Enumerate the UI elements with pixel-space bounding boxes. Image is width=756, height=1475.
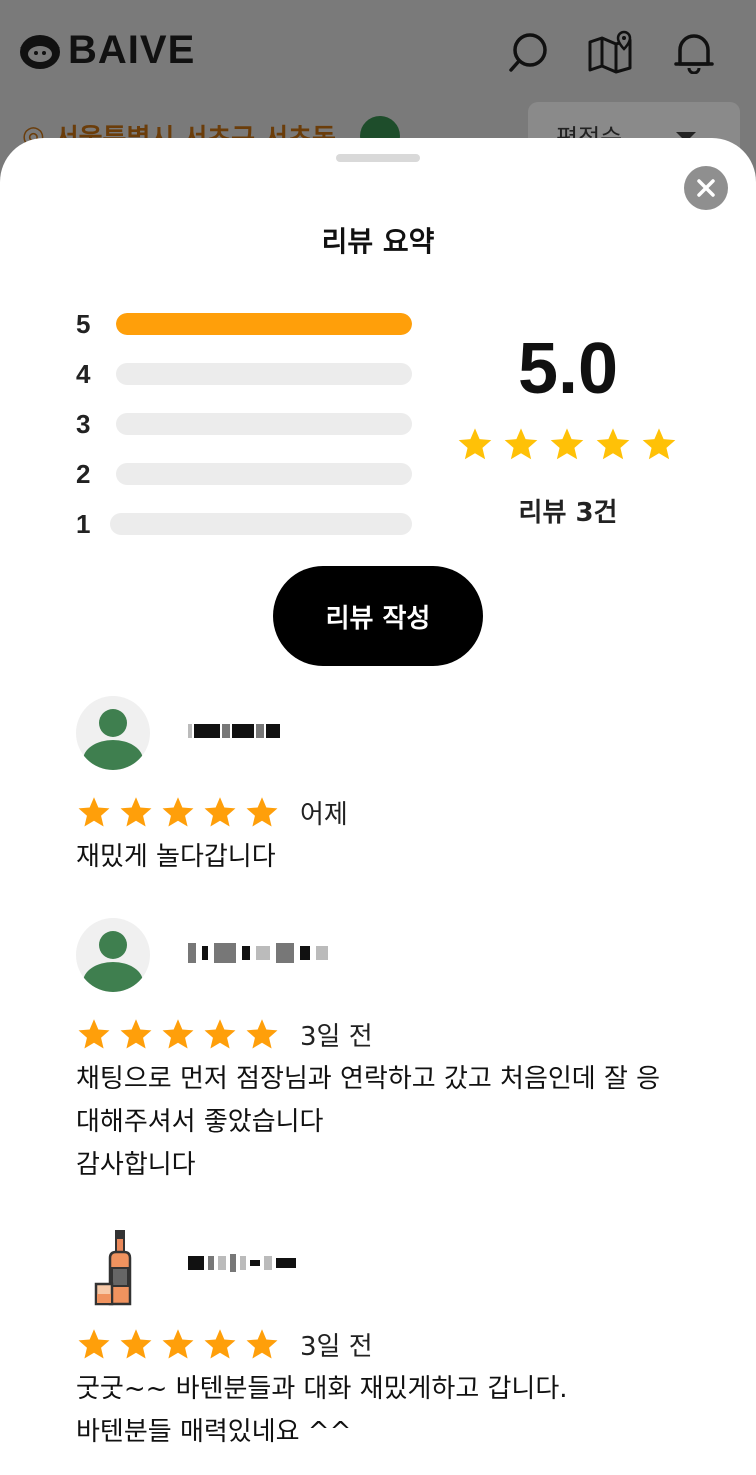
review-star-rating xyxy=(76,1017,280,1053)
star-icon xyxy=(246,796,278,826)
star-icon xyxy=(246,1328,278,1358)
brand-logo: BAIVE xyxy=(16,26,195,74)
rating-distribution-row: 4 xyxy=(76,359,412,389)
rating-bar-track xyxy=(116,413,412,435)
brand-name: BAIVE xyxy=(68,27,196,72)
review-item: 3일 전 굿굿~~ 바텐분들과 대화 재밌게하고 갑니다. 바텐분들 매력있네요… xyxy=(76,1228,716,1468)
review-star-rating xyxy=(76,795,280,831)
write-review-button[interactable]: 리뷰 작성 xyxy=(273,566,483,666)
star-icon xyxy=(120,1018,152,1048)
rating-distribution-row: 2 xyxy=(76,459,412,489)
sheet-drag-handle[interactable] xyxy=(336,154,420,162)
review-text: 채팅으로 먼저 점장님과 연락하고 갔고 처음인데 잘 응 대해주셔서 좋았습니… xyxy=(76,1064,661,1180)
rating-bar-fill xyxy=(116,313,412,335)
star-icon xyxy=(162,1328,194,1358)
star-icon xyxy=(596,428,630,460)
review-text: 굿굿~~ 바텐분들과 대화 재밌게하고 갑니다. 바텐분들 매력있네요 ^^ xyxy=(76,1374,568,1447)
review-date: 3일 전 xyxy=(300,1332,373,1362)
star-icon xyxy=(642,428,676,460)
star-icon xyxy=(458,428,492,460)
rating-level-label: 5 xyxy=(76,308,91,339)
rating-bar-track xyxy=(116,313,412,335)
rating-level-label: 1 xyxy=(76,508,91,539)
star-icon xyxy=(504,428,538,460)
close-icon xyxy=(697,179,715,197)
user-avatar-icon xyxy=(83,931,143,992)
map-icon[interactable] xyxy=(588,30,632,74)
star-icon xyxy=(246,1018,278,1048)
star-icon xyxy=(204,1328,236,1358)
review-date: 어제 xyxy=(300,800,348,830)
avatar xyxy=(76,918,150,992)
review-star-rating xyxy=(76,1327,280,1363)
review-item: 어제 재밌게 놀다갑니다 xyxy=(76,696,716,886)
avatar xyxy=(76,696,150,770)
star-icon xyxy=(78,1018,110,1048)
close-button[interactable] xyxy=(684,166,728,210)
average-star-rating xyxy=(456,426,678,464)
review-text: 재밌게 놀다갑니다 xyxy=(76,842,276,872)
reviewer-name-redacted xyxy=(188,1250,296,1276)
rating-bar-track xyxy=(116,363,412,385)
bottle-avatar-icon xyxy=(94,1230,132,1306)
rating-level-label: 4 xyxy=(76,358,91,389)
star-icon xyxy=(162,1018,194,1048)
reviewer-name-redacted xyxy=(188,718,280,744)
star-icon xyxy=(78,796,110,826)
star-icon xyxy=(550,428,584,460)
review-rating-row: 3일 전 xyxy=(76,1326,373,1363)
review-count: 리뷰 3건 xyxy=(518,498,618,528)
reviewer-name-redacted xyxy=(188,940,328,966)
rating-distribution-row: 3 xyxy=(76,409,412,439)
star-icon xyxy=(120,1328,152,1358)
brand-mascot-icon xyxy=(20,35,60,69)
star-icon xyxy=(78,1328,110,1358)
review-rating-row: 어제 xyxy=(76,794,348,831)
star-icon xyxy=(204,796,236,826)
sheet-title: 리뷰 요약 xyxy=(321,225,435,258)
user-avatar-icon xyxy=(83,709,143,770)
rating-bar-track xyxy=(110,513,412,535)
review-item: 3일 전 채팅으로 먼저 점장님과 연락하고 갔고 처음인데 잘 응 대해주셔서… xyxy=(76,918,716,1208)
average-rating-value: 5.0 xyxy=(517,329,619,409)
star-icon xyxy=(162,796,194,826)
app-header: BAIVE ◎ 서울특별시 서초구 서초동 평점순 xyxy=(0,0,756,162)
star-icon xyxy=(120,796,152,826)
rating-distribution-row: 1 xyxy=(76,509,412,539)
bell-icon[interactable] xyxy=(672,30,716,74)
rating-level-label: 3 xyxy=(76,408,91,439)
rating-bar-track xyxy=(116,463,412,485)
rating-level-label: 2 xyxy=(76,458,91,489)
search-icon[interactable] xyxy=(506,30,550,74)
star-icon xyxy=(204,1018,236,1048)
rating-distribution-row: 5 xyxy=(76,309,412,339)
review-date: 3일 전 xyxy=(300,1022,373,1052)
review-summary-sheet: 리뷰 요약 5 4 3 2 1 5.0 리뷰 3건 리뷰 작성 어제 재밌게 놀… xyxy=(0,138,756,1475)
review-rating-row: 3일 전 xyxy=(76,1016,373,1053)
